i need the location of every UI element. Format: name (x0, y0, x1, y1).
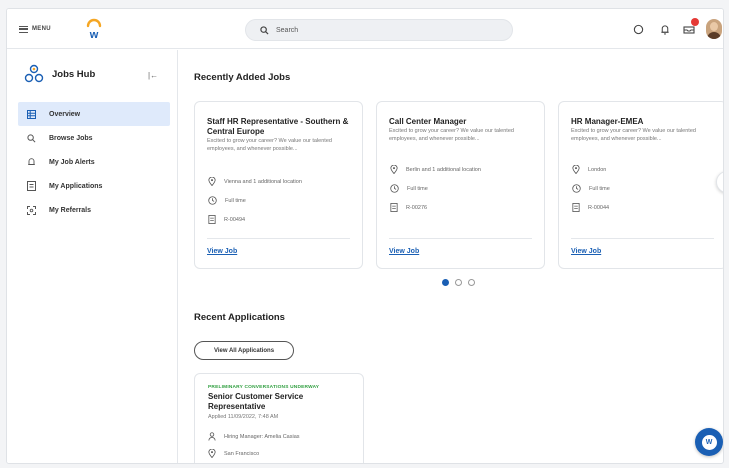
location-pin-icon (572, 165, 580, 174)
workday-logo-icon[interactable]: w (85, 18, 103, 40)
job-location: Vienna and 1 additional location (208, 172, 302, 191)
app-window: MENU w Search Jobs Hub |← Overview Brows… (6, 8, 724, 464)
hamburger-icon (19, 25, 28, 33)
sidebar-item-overview[interactable]: Overview (18, 102, 170, 126)
top-bar: MENU w Search (7, 9, 723, 49)
status-badge: PRELIMINARY CONVERSATIONS UNDERWAY (208, 385, 320, 390)
job-location: London (572, 160, 610, 179)
job-card[interactable]: Call Center Manager Excited to grow your… (376, 101, 545, 269)
job-time: Full time (208, 191, 302, 210)
grid-icon (26, 109, 36, 119)
collapse-sidebar-icon[interactable]: |← (148, 71, 158, 80)
application-location-text: San Francisco (224, 450, 260, 457)
document-icon (26, 181, 36, 191)
referral-icon (26, 205, 36, 215)
job-description: Excited to grow your career? We value ou… (389, 128, 514, 142)
job-req: R-00276 (390, 198, 481, 217)
job-time: Full time (572, 179, 610, 198)
document-icon (572, 203, 580, 212)
job-description: Excited to grow your career? We value ou… (571, 128, 696, 142)
application-card[interactable]: PRELIMINARY CONVERSATIONS UNDERWAY Senio… (194, 373, 364, 463)
view-all-applications-button[interactable]: View All Applications (194, 341, 294, 360)
sidebar-item-my-applications[interactable]: My Applications (18, 174, 170, 198)
view-job-link[interactable]: View Job (207, 248, 237, 255)
document-icon (390, 203, 398, 212)
application-date: Applied 11/09/2022, 7:48 AM (208, 414, 279, 420)
job-location: Berlin and 1 additional location (390, 160, 481, 179)
sidebar-item-label: My Applications (49, 182, 103, 190)
clock-icon (390, 184, 399, 193)
location-pin-icon (390, 165, 398, 174)
sidebar-item-label: Overview (49, 110, 81, 118)
person-icon (208, 432, 216, 441)
bell-icon[interactable] (658, 22, 672, 36)
job-req-text: R-00494 (224, 216, 246, 223)
divider (389, 238, 532, 239)
location-pin-icon (208, 177, 216, 186)
recent-applications-title: Recent Applications (194, 312, 285, 323)
location-pin-icon (208, 449, 216, 458)
notification-badge (691, 18, 699, 26)
job-time: Full time (390, 179, 481, 198)
chevron-right-icon (724, 178, 725, 186)
document-icon (208, 215, 216, 224)
carousel-pagination (442, 279, 475, 286)
sidebar-item-browse-jobs[interactable]: Browse Jobs (18, 126, 170, 150)
sidebar-nav: Overview Browse Jobs My Job Alerts My Ap… (18, 102, 170, 222)
jobs-hub-icon (24, 64, 44, 83)
main-content: Recently Added Jobs Staff HR Representat… (179, 50, 725, 463)
view-job-link[interactable]: View Job (571, 248, 601, 255)
divider (571, 238, 714, 239)
search-bar[interactable]: Search (245, 19, 513, 41)
bell-icon (26, 157, 36, 167)
svg-text:w: w (89, 29, 99, 40)
recent-jobs-title: Recently Added Jobs (194, 72, 291, 83)
search-icon (260, 25, 269, 35)
application-location: San Francisco (208, 445, 350, 462)
job-location-text: London (588, 166, 607, 173)
job-description: Excited to grow your career? We value ou… (207, 138, 332, 152)
sidebar-item-label: Browse Jobs (49, 134, 93, 142)
job-req: R-00044 (572, 198, 610, 217)
menu-label: MENU (32, 26, 51, 32)
job-req: R-00494 (208, 210, 302, 229)
job-time-text: Full time (407, 185, 428, 192)
job-req-text: R-00044 (588, 204, 610, 211)
carousel-dot[interactable] (455, 279, 462, 286)
workday-logo-icon: W (701, 434, 717, 450)
search-input[interactable]: Search (276, 27, 298, 34)
job-req-text: R-00276 (406, 204, 428, 211)
carousel-dot[interactable] (468, 279, 475, 286)
sidebar-item-my-job-alerts[interactable]: My Job Alerts (18, 150, 170, 174)
job-time-text: Full time (225, 197, 246, 204)
view-job-link[interactable]: View Job (389, 248, 419, 255)
clock-icon (208, 196, 217, 205)
job-card[interactable]: HR Manager-EMEA Excited to grow your car… (558, 101, 723, 269)
sidebar-item-label: My Referrals (49, 206, 92, 214)
job-location-text: Berlin and 1 additional location (406, 166, 481, 173)
sidebar-item-my-referrals[interactable]: My Referrals (18, 198, 170, 222)
hiring-manager: Hiring Manager: Amelia Casias (208, 428, 350, 445)
sidebar-title: Jobs Hub (52, 68, 96, 80)
application-title: Senior Customer Service Representative (208, 392, 304, 411)
divider (207, 238, 350, 239)
job-card[interactable]: Staff HR Representative - Southern & Cen… (194, 101, 363, 269)
sidebar: Jobs Hub |← Overview Browse Jobs My Job (7, 50, 178, 463)
job-title: Staff HR Representative - Southern & Cen… (207, 117, 349, 136)
hub-header: Jobs Hub (24, 64, 95, 84)
sidebar-item-label: My Job Alerts (49, 158, 95, 166)
carousel-dot[interactable] (442, 279, 449, 286)
job-location-text: Vienna and 1 additional location (224, 178, 302, 185)
menu-button[interactable]: MENU (19, 22, 51, 36)
job-time-text: Full time (589, 185, 610, 192)
search-icon (26, 133, 36, 143)
chat-icon[interactable] (631, 22, 645, 36)
avatar[interactable] (706, 19, 722, 39)
clock-icon (572, 184, 581, 193)
workday-assistant-button[interactable]: W (695, 428, 723, 456)
hiring-manager-text: Hiring Manager: Amelia Casias (224, 433, 300, 440)
inbox-icon[interactable] (682, 18, 699, 36)
